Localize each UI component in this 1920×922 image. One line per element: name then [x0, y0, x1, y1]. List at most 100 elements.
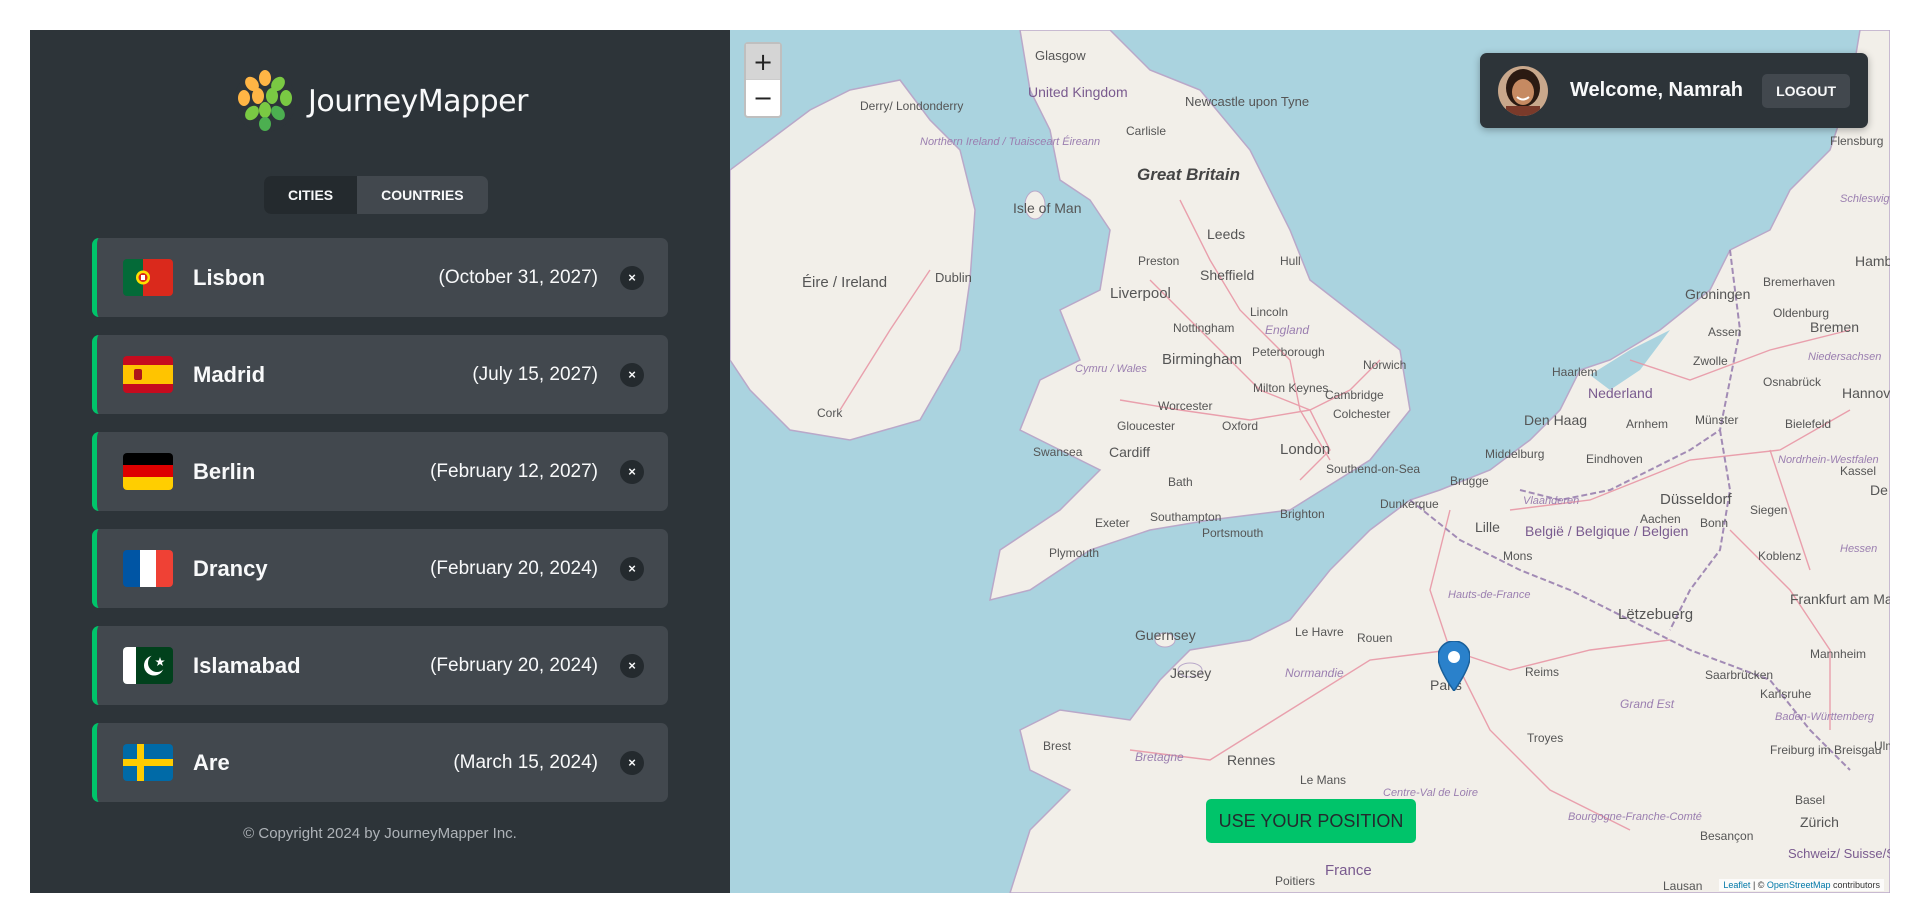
map-label: Brugge [1450, 474, 1489, 488]
pakistan-flag-icon [123, 647, 173, 684]
map-label: Rouen [1357, 631, 1392, 645]
tab-switcher: CITIES COUNTRIES [264, 176, 488, 214]
map-label: London [1280, 441, 1330, 458]
map-label: Éire / Ireland [802, 274, 887, 291]
map-label: Bremerhaven [1763, 275, 1835, 289]
delete-city-button[interactable]: × [620, 265, 644, 290]
attribution-separator: | © [1750, 880, 1767, 890]
city-name: Madrid [193, 361, 266, 387]
map-label: Lëtzebuerg [1618, 606, 1693, 623]
map-marker-icon[interactable] [1437, 640, 1471, 696]
city-item-islamabad[interactable]: Islamabad (February 20, 2024) × [92, 626, 668, 705]
map-label: Lille [1475, 519, 1500, 535]
map-label: Zwolle [1693, 354, 1728, 368]
portugal-flag-icon [123, 259, 173, 296]
tab-cities[interactable]: CITIES [264, 176, 358, 214]
map-label: Isle of Man [1013, 200, 1081, 216]
osm-link[interactable]: OpenStreetMap [1767, 880, 1831, 890]
map-label: Kassel [1840, 464, 1876, 478]
map-label: Freiburg im Breisgau [1770, 743, 1881, 757]
map-label: Poitiers [1275, 874, 1315, 888]
zoom-in-button[interactable]: + [746, 44, 780, 80]
logo-icon [234, 70, 297, 132]
map-label: Bremen [1810, 319, 1859, 335]
city-item-berlin[interactable]: Berlin (February 12, 2027) × [92, 432, 668, 511]
logout-button[interactable]: LOGOUT [1762, 73, 1850, 108]
map-label: Baden-Württemberg [1775, 711, 1875, 723]
map-label: Carlisle [1126, 124, 1166, 138]
map-label: Southend-on-Sea [1326, 462, 1420, 476]
city-date: (February 20, 2024) [430, 654, 598, 676]
map-label: United Kingdom [1028, 84, 1128, 100]
map-label: Reims [1525, 665, 1559, 679]
france-flag-icon [123, 550, 173, 587]
delete-city-button[interactable]: × [620, 459, 644, 484]
avatar[interactable] [1498, 65, 1548, 116]
map-label: Koblenz [1758, 549, 1801, 563]
map-label: Ulm [1874, 739, 1890, 753]
map-label: Assen [1708, 325, 1741, 339]
map-label: Cambridge [1325, 388, 1384, 402]
map-label: Haarlem [1552, 365, 1597, 379]
map-label: Besançon [1700, 829, 1753, 843]
city-name: Lisbon [193, 264, 266, 290]
city-item-madrid[interactable]: Madrid (July 15, 2027) × [92, 335, 668, 414]
map-label: Troyes [1527, 731, 1563, 745]
city-item-drancy[interactable]: Drancy (February 20, 2024) × [92, 529, 668, 608]
map-label: Dublin [935, 270, 972, 285]
map-label: Northern Ireland / Tuaisceart Éireann [920, 135, 1100, 148]
map-label: Portsmouth [1202, 526, 1263, 540]
map-label: Lausan [1663, 879, 1702, 893]
delete-city-button[interactable]: × [620, 750, 644, 775]
delete-city-button[interactable]: × [620, 556, 644, 581]
map-label: Flensburg [1830, 134, 1883, 148]
map-label: Southampton [1150, 510, 1221, 524]
city-date: (February 12, 2027) [430, 460, 598, 482]
map-label: Jersey [1170, 665, 1211, 681]
map-label: Sheffield [1200, 267, 1254, 283]
city-date: (February 20, 2024) [430, 557, 598, 579]
city-item-are[interactable]: Are (March 15, 2024) × [92, 723, 668, 802]
zoom-out-button[interactable]: − [746, 80, 780, 116]
map-label: Oxford [1222, 419, 1258, 433]
map-basemap[interactable]: Glasgow United Kingdom Newcastle upon Ty… [730, 30, 1890, 893]
map-label: Normandie [1285, 666, 1344, 680]
map-label: De [1870, 482, 1888, 498]
map-label: Basel [1795, 793, 1825, 807]
map[interactable]: Glasgow United Kingdom Newcastle upon Ty… [730, 30, 1890, 893]
spain-flag-icon [123, 356, 173, 393]
map-label: Mons [1503, 549, 1532, 563]
map-label: Lincoln [1250, 305, 1288, 319]
map-label: Düsseldorf [1660, 491, 1733, 508]
map-label: Bielefeld [1785, 417, 1831, 431]
brand-logo[interactable]: JourneyMapper [30, 68, 730, 134]
map-label: Hessen [1840, 543, 1877, 555]
map-label: Saarbrücken [1705, 668, 1773, 682]
map-label: Le Havre [1295, 625, 1344, 639]
map-label: Bonn [1700, 516, 1728, 530]
map-label: Brest [1043, 739, 1072, 753]
delete-city-button[interactable]: × [620, 362, 644, 387]
map-label: Derry/ Londonderry [860, 99, 963, 113]
city-name: Berlin [193, 458, 256, 484]
use-position-button[interactable]: USE YOUR POSITION [1206, 799, 1416, 843]
city-list: Lisbon (October 31, 2027) × Madrid (July… [92, 238, 668, 820]
leaflet-link[interactable]: Leaflet [1723, 880, 1750, 890]
map-label: France [1325, 862, 1372, 879]
map-label: Hannov [1842, 385, 1890, 401]
tab-countries[interactable]: COUNTRIES [357, 176, 487, 214]
map-label: Den Haag [1524, 412, 1587, 428]
city-date: (October 31, 2027) [438, 266, 598, 288]
delete-city-button[interactable]: × [620, 653, 644, 678]
map-label: Groningen [1685, 286, 1750, 302]
map-label: Eindhoven [1586, 452, 1643, 466]
brand-name: JourneyMapper [308, 83, 528, 119]
map-label: Zürich [1800, 814, 1839, 830]
map-label: Oldenburg [1773, 306, 1829, 320]
map-label: Liverpool [1110, 285, 1171, 302]
map-label: Norwich [1363, 358, 1406, 372]
city-item-lisbon[interactable]: Lisbon (October 31, 2027) × [92, 238, 668, 317]
map-label: Osnabrück [1763, 375, 1822, 389]
map-label: Preston [1138, 254, 1179, 268]
map-label: Middelburg [1485, 447, 1544, 461]
